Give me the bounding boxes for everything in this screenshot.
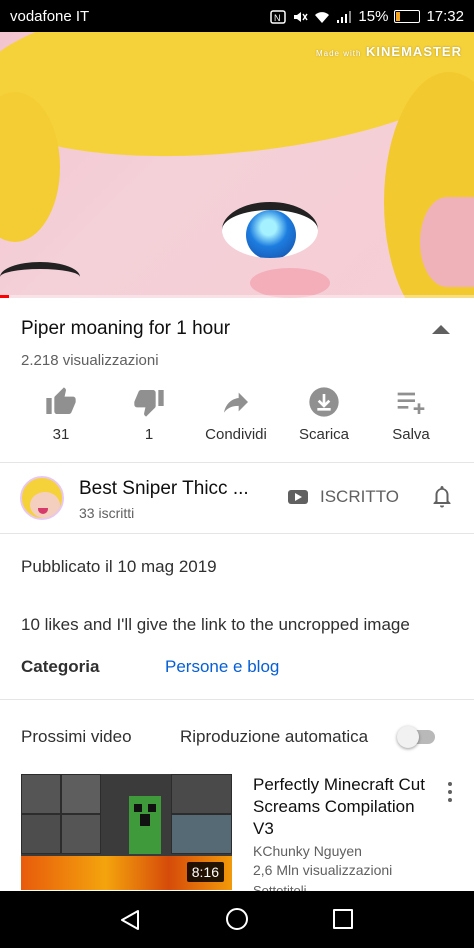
watermark-brand: KINEMASTER bbox=[366, 44, 462, 59]
thumbs-up-icon bbox=[46, 387, 76, 414]
video-frame-ear bbox=[420, 197, 474, 287]
next-video-views: 2,6 Mln visualizzazioni bbox=[253, 862, 393, 878]
watermark-prefix: Made with bbox=[315, 49, 362, 58]
next-video-channel: KChunky Nguyen bbox=[253, 843, 362, 859]
collapse-description-icon[interactable] bbox=[432, 325, 450, 334]
autoplay-toggle[interactable] bbox=[397, 726, 437, 748]
action-row: 31 1 Condividi Scarica Salva bbox=[0, 386, 474, 450]
channel-name[interactable]: Best Sniper Thicc ... bbox=[79, 478, 249, 500]
subscriber-count: 33 iscritti bbox=[79, 505, 135, 521]
subscribe-state-label: ISCRITTO bbox=[320, 487, 400, 506]
video-progress-bar[interactable] bbox=[0, 295, 474, 298]
video-duration: 8:16 bbox=[186, 862, 224, 882]
video-frame-blush bbox=[250, 268, 330, 298]
creeper-mouth bbox=[140, 814, 150, 826]
download-label: Scarica bbox=[298, 426, 350, 443]
status-icons: N 15% 17:32 bbox=[270, 8, 464, 25]
stone-block bbox=[61, 814, 101, 854]
creeper-eye bbox=[148, 804, 156, 812]
like-count: 31 bbox=[52, 426, 70, 443]
divider bbox=[0, 533, 474, 534]
save-button[interactable]: Salva bbox=[365, 386, 457, 450]
channel-avatar[interactable] bbox=[20, 476, 64, 520]
battery-icon bbox=[394, 10, 421, 23]
wifi-icon bbox=[315, 11, 330, 23]
download-icon bbox=[309, 387, 339, 417]
nfc-icon: N bbox=[270, 9, 287, 24]
category-label: Categoria bbox=[21, 657, 100, 676]
divider bbox=[0, 699, 474, 700]
youtube-logo-icon bbox=[288, 490, 308, 504]
autoplay-label: Riproduzione automatica bbox=[180, 727, 369, 746]
dislike-count: 1 bbox=[144, 426, 154, 443]
mute-icon bbox=[294, 11, 309, 22]
up-next-label: Prossimi video bbox=[21, 727, 132, 746]
video-frame-eye bbox=[222, 202, 318, 258]
category-link[interactable]: Persone e blog bbox=[165, 657, 279, 677]
stone-block bbox=[61, 774, 101, 814]
creeper-eye bbox=[134, 804, 142, 812]
status-bar: vodafone IT N 15% 17:32 bbox=[0, 0, 474, 32]
subscribe-button[interactable]: ISCRITTO bbox=[288, 487, 399, 507]
description-text: 10 likes and I'll give the link to the u… bbox=[21, 615, 410, 634]
video-frame-closed-eye bbox=[0, 262, 80, 292]
home-icon[interactable] bbox=[226, 908, 248, 930]
dislike-button[interactable]: 1 bbox=[103, 386, 195, 450]
recent-apps-icon[interactable] bbox=[333, 909, 353, 929]
battery-percent: 15% bbox=[358, 8, 389, 25]
more-options-icon[interactable] bbox=[446, 782, 454, 806]
publish-date: Pubblicato il 10 mag 2019 bbox=[21, 557, 217, 576]
stone-block bbox=[171, 814, 232, 854]
kinemaster-watermark: Made with KINEMASTER bbox=[316, 44, 462, 59]
stone-block bbox=[21, 814, 61, 854]
carrier-label: vodafone IT bbox=[10, 8, 90, 25]
stone-block bbox=[21, 774, 61, 814]
stone-block bbox=[171, 774, 232, 814]
back-icon[interactable] bbox=[118, 909, 142, 931]
save-label: Salva bbox=[392, 426, 430, 443]
avatar-face bbox=[30, 492, 60, 518]
share-button[interactable]: Condividi bbox=[190, 386, 282, 450]
share-arrow-icon bbox=[224, 392, 248, 413]
signal-icon bbox=[337, 10, 352, 23]
thumbs-down-icon bbox=[134, 390, 164, 417]
creeper-figure bbox=[129, 796, 161, 854]
clock: 17:32 bbox=[426, 8, 464, 25]
video-title: Piper moaning for 1 hour bbox=[21, 318, 231, 339]
next-video-thumbnail[interactable]: 8:16 bbox=[21, 774, 232, 890]
system-nav-bar bbox=[0, 891, 474, 948]
next-video-title[interactable]: Perfectly Minecraft Cut Screams Compilat… bbox=[253, 774, 433, 840]
video-frame-iris bbox=[246, 210, 296, 258]
view-count: 2.218 visualizzazioni bbox=[21, 352, 159, 369]
like-button[interactable]: 31 bbox=[15, 386, 107, 450]
video-progress-fill bbox=[0, 295, 10, 298]
divider bbox=[0, 462, 474, 463]
share-label: Condividi bbox=[205, 426, 267, 443]
add-to-playlist-icon bbox=[397, 392, 425, 414]
svg-text:N: N bbox=[274, 13, 281, 23]
download-button[interactable]: Scarica bbox=[278, 386, 370, 450]
video-player[interactable]: Made with KINEMASTER bbox=[0, 32, 474, 298]
autoplay-toggle-knob bbox=[397, 726, 419, 748]
notification-bell-icon[interactable] bbox=[430, 484, 454, 510]
